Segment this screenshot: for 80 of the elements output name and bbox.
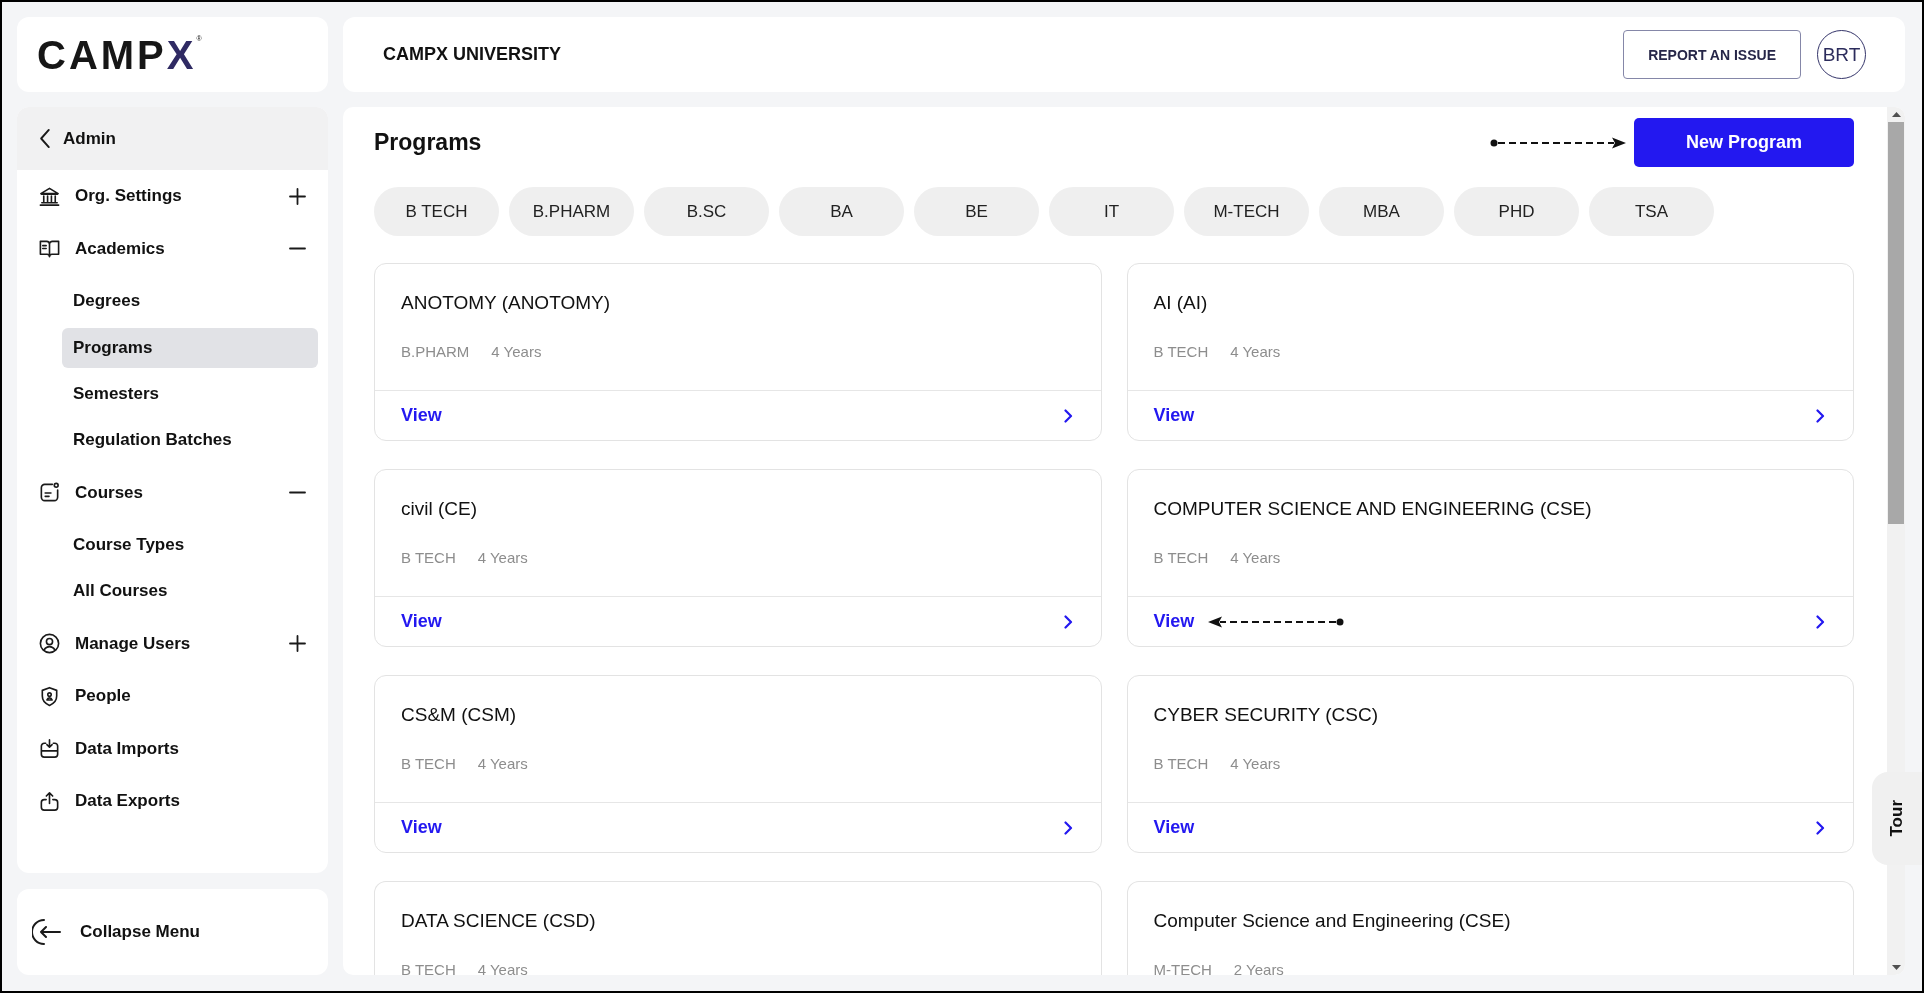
chevron-right-icon[interactable] <box>1816 408 1825 423</box>
new-program-button[interactable]: New Program <box>1634 118 1854 167</box>
nav-subitem[interactable]: All Courses <box>62 571 318 612</box>
nav-subitem[interactable]: Degrees <box>62 281 318 322</box>
program-title: COMPUTER SCIENCE AND ENGINEERING (CSE) <box>1153 497 1592 521</box>
chevron-right-icon[interactable] <box>1063 820 1073 835</box>
degree-label: B TECH <box>401 548 456 568</box>
view-link[interactable]: View <box>401 817 442 838</box>
campx-logo: CAMPX$^{®}$ <box>37 34 202 75</box>
view-link[interactable]: View <box>1153 405 1195 426</box>
plus-icon[interactable] <box>289 635 306 653</box>
filter-chip[interactable]: M-TECH <box>1184 187 1309 236</box>
filter-chip[interactable]: B TECH <box>374 187 499 236</box>
duration-label: 4 Years <box>477 960 528 975</box>
degree-label: B TECH <box>1153 548 1209 568</box>
program-title: CYBER SECURITY (CSC) <box>1153 703 1378 727</box>
degree-label: M-TECH <box>1153 960 1212 975</box>
filter-chip[interactable]: BA <box>779 187 904 236</box>
nav-subitem[interactable]: Semesters <box>62 373 318 414</box>
degree-label: B TECH <box>1153 754 1209 774</box>
scroll-up-icon[interactable] <box>1891 112 1901 117</box>
program-title: ANOTOMY (ANOTOMY) <box>401 291 611 315</box>
tray-download-icon <box>38 737 61 761</box>
page-title: Programs <box>374 129 482 156</box>
chevron-right-icon[interactable] <box>1816 820 1825 835</box>
filter-chip[interactable]: BE <box>914 187 1039 236</box>
duration-label: 4 Years <box>491 342 542 362</box>
user-circle-icon <box>38 632 61 656</box>
duration-label: 4 Years <box>477 548 528 568</box>
upload-icon <box>38 789 61 813</box>
degree-label: B.PHARM <box>401 342 470 362</box>
nav-subitem[interactable]: Programs <box>62 327 318 368</box>
nav-item[interactable]: Academics <box>17 222 328 275</box>
degree-label: B TECH <box>1153 342 1209 362</box>
degree-label: B TECH <box>401 960 456 975</box>
scrollbar[interactable] <box>1887 107 1905 975</box>
university-name: CAMPX UNIVERSITY <box>383 44 562 65</box>
tour-button[interactable]: Tour <box>1872 772 1922 865</box>
shield-user-icon <box>38 684 61 708</box>
collapse-arrow-icon <box>32 917 62 947</box>
plus-icon[interactable] <box>289 187 306 205</box>
nav-subitem[interactable]: Course Types <box>62 525 318 565</box>
scroll-down-icon[interactable] <box>1891 965 1901 970</box>
program-title: DATA SCIENCE (CSD) <box>401 909 596 933</box>
nav-item[interactable]: Manage Users <box>17 617 328 670</box>
view-link[interactable]: View <box>401 405 442 426</box>
chevron-left-icon <box>38 128 51 149</box>
nav-item[interactable]: Data Exports <box>17 775 328 828</box>
collapse-menu-button[interactable]: Collapse Menu <box>17 889 328 975</box>
nav-item[interactable]: Org. Settings <box>17 170 328 223</box>
program-title: Computer Science and Engineering (CSE) <box>1153 909 1511 933</box>
filter-chip[interactable]: MBA <box>1319 187 1444 236</box>
duration-label: 4 Years <box>1230 754 1281 774</box>
nav-item[interactable]: Courses <box>17 466 328 519</box>
duration-label: 4 Years <box>1230 548 1281 568</box>
note-icon <box>38 481 61 504</box>
filter-chip[interactable]: IT <box>1049 187 1174 236</box>
duration-label: 2 Years <box>1233 960 1284 975</box>
filter-chip[interactable]: B.PHARM <box>509 187 634 236</box>
view-link[interactable]: View <box>401 611 442 632</box>
program-title: AI (AI) <box>1153 291 1208 315</box>
filter-chip[interactable]: B.SC <box>644 187 769 236</box>
view-link[interactable]: View <box>1153 611 1195 632</box>
nav-subitem[interactable]: Regulation Batches <box>62 420 318 460</box>
view-link[interactable]: View <box>1153 817 1195 838</box>
chevron-right-icon[interactable] <box>1063 408 1073 423</box>
degree-label: B TECH <box>401 754 456 774</box>
back-link[interactable]: Admin <box>17 107 328 170</box>
duration-label: 4 Years <box>477 754 528 774</box>
chevron-right-icon[interactable] <box>1063 614 1073 629</box>
nav-item[interactable]: People <box>17 670 328 723</box>
filter-chip[interactable]: PHD <box>1454 187 1579 236</box>
nav-item[interactable]: Data Imports <box>17 722 328 775</box>
report-issue-button[interactable]: REPORT AN ISSUE <box>1623 30 1801 79</box>
filter-chip[interactable]: TSA <box>1589 187 1714 236</box>
program-title: civil (CE) <box>401 497 477 521</box>
program-title: CS&M (CSM) <box>401 703 517 727</box>
scroll-thumb[interactable] <box>1888 122 1904 524</box>
chevron-right-icon[interactable] <box>1816 614 1825 629</box>
duration-label: 4 Years <box>1230 342 1281 362</box>
